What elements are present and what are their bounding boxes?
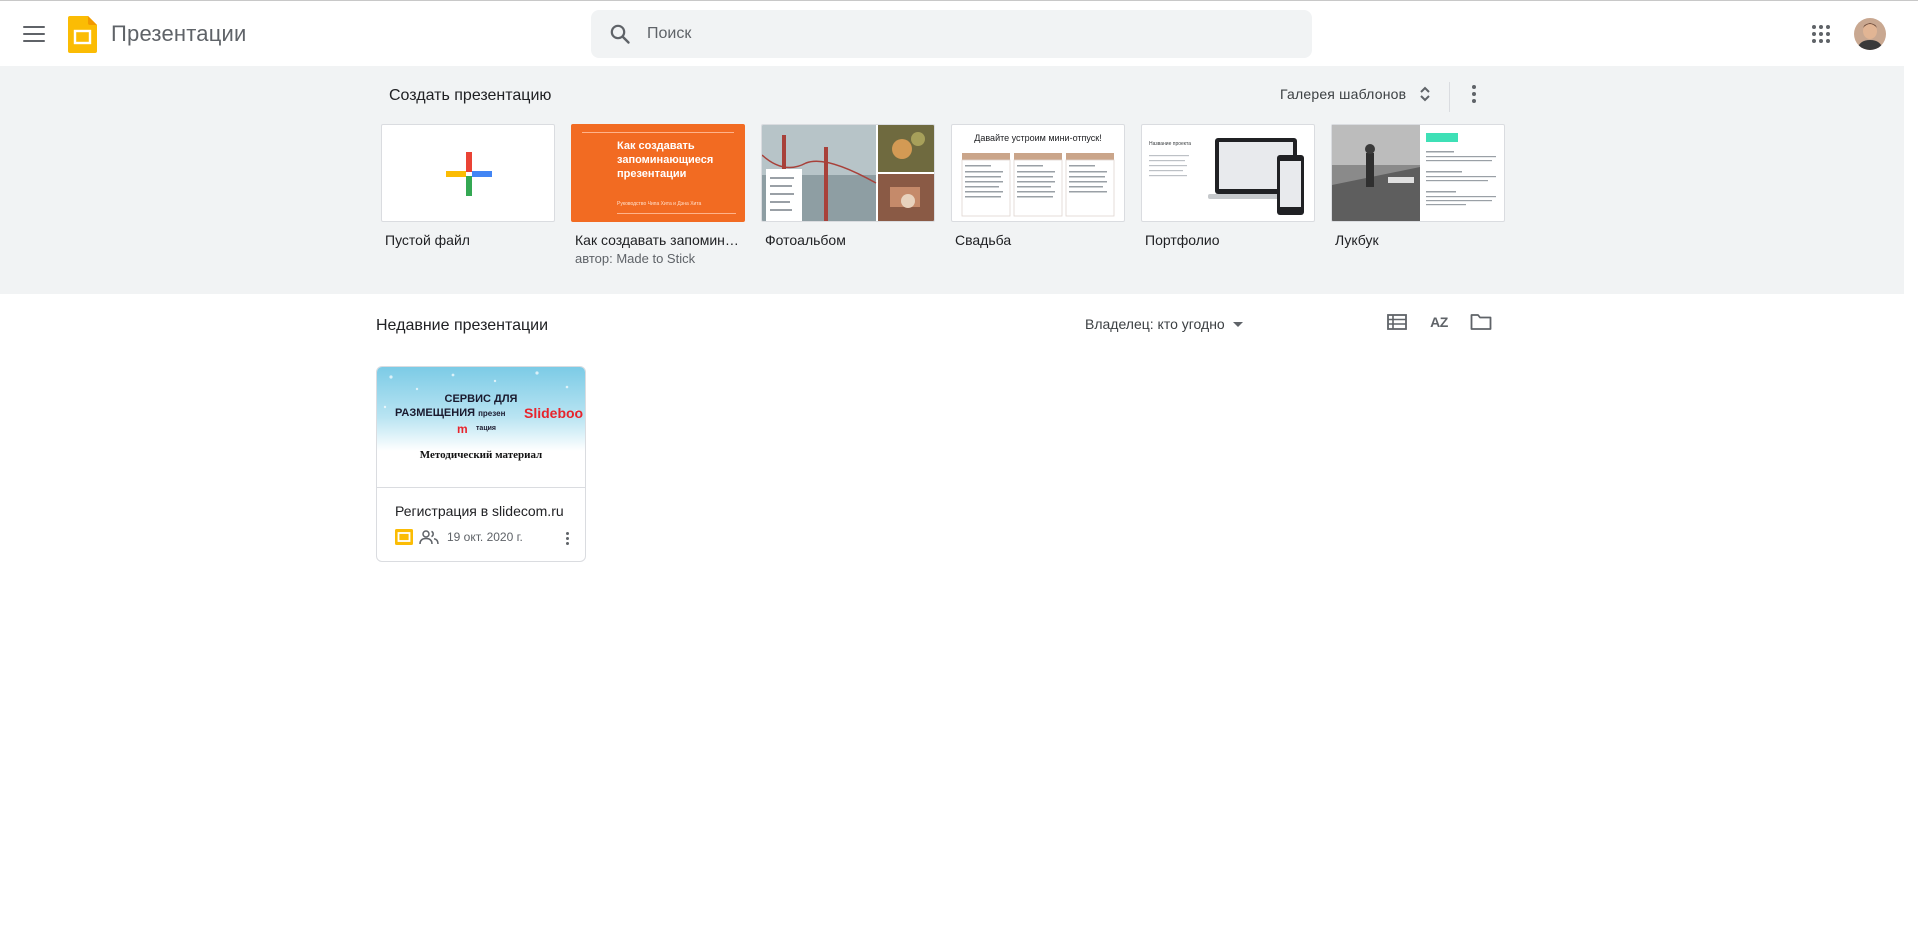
template-name: Портфолио bbox=[1145, 232, 1220, 248]
template-thumbnail[interactable] bbox=[761, 124, 935, 222]
template-photo-album[interactable]: Фотоальбом bbox=[761, 124, 935, 248]
slides-logo-icon[interactable] bbox=[68, 16, 97, 53]
presentation-date: 19 окт. 2020 г. bbox=[447, 530, 523, 544]
dropdown-arrow-icon bbox=[1232, 321, 1243, 327]
main-menu-icon[interactable] bbox=[20, 21, 48, 47]
thumbnail-subtitle: Руководство Чипа Хита и Дэна Хита bbox=[617, 201, 702, 207]
template-gallery-panel: Создать презентацию Галерея шаблонов Пус… bbox=[0, 66, 1904, 294]
thumbnail-brand: Slideboo bbox=[524, 405, 584, 421]
app-title: Презентации bbox=[111, 21, 247, 46]
template-gallery-button[interactable]: Галерея шаблонов bbox=[1272, 76, 1440, 112]
user-photo-icon bbox=[1854, 18, 1886, 50]
thumbnail-brand-2: m bbox=[457, 422, 468, 436]
folder-picker-icon[interactable] bbox=[1467, 308, 1495, 336]
lookbook-preview-icon bbox=[1332, 125, 1496, 221]
google-apps-icon[interactable] bbox=[1810, 23, 1832, 45]
divider bbox=[1449, 82, 1450, 112]
template-portfolio[interactable]: Название проекта Портфолио bbox=[1141, 124, 1315, 248]
template-made-to-stick[interactable]: Как создавать запоминающиеся презентации… bbox=[571, 124, 745, 266]
presentation-thumbnail[interactable]: СЕРВИС ДЛЯ РАЗМЕЩЕНИЯ презен Slideboo m … bbox=[377, 367, 585, 488]
template-more-options-icon[interactable] bbox=[1462, 78, 1486, 110]
template-thumbnail[interactable] bbox=[1331, 124, 1505, 222]
presentation-card[interactable]: СЕРВИС ДЛЯ РАЗМЕЩЕНИЯ презен Slideboo m … bbox=[376, 366, 586, 562]
template-name: Пустой файл bbox=[385, 232, 470, 248]
plus-icon bbox=[446, 152, 492, 196]
template-blank[interactable]: Пустой файл bbox=[381, 124, 555, 248]
template-thumbnail[interactable]: Давайте устроим мини-отпуск! bbox=[951, 124, 1125, 222]
top-bar: Презентации bbox=[0, 0, 1918, 66]
template-author: автор: Made to Stick bbox=[575, 251, 696, 266]
template-thumbnail[interactable] bbox=[381, 124, 555, 222]
search-input[interactable] bbox=[647, 10, 1287, 58]
devices-preview-icon bbox=[1149, 138, 1304, 215]
shared-people-icon bbox=[419, 530, 439, 545]
thumbnail-line-3: тация bbox=[476, 425, 497, 432]
search-icon[interactable] bbox=[608, 22, 632, 46]
list-icon bbox=[1387, 314, 1407, 330]
template-thumbnail[interactable]: Название проекта bbox=[1141, 124, 1315, 222]
presentation-name[interactable]: Регистрация в slidecom.ru bbox=[395, 503, 575, 519]
thumbnail-line-2-small: презен bbox=[478, 409, 506, 418]
list-view-icon[interactable] bbox=[1383, 308, 1411, 336]
template-thumbnail[interactable]: Как создавать запоминающиеся презентации… bbox=[571, 124, 745, 222]
sort-az-label: AZ bbox=[1430, 314, 1448, 330]
thumbnail-title: Как создавать запоминающиеся презентации bbox=[617, 140, 714, 180]
thumbnail-line-4: Методический материал bbox=[419, 449, 543, 461]
sort-options-icon[interactable]: AZ bbox=[1425, 308, 1453, 336]
owner-filter-dropdown[interactable]: Владелец: кто угодно bbox=[1085, 312, 1243, 336]
presentation-more-options-icon[interactable] bbox=[559, 528, 575, 548]
photo-album-preview-icon bbox=[762, 125, 934, 221]
template-name: Лукбук bbox=[1335, 232, 1379, 248]
unfold-icon bbox=[1420, 86, 1430, 102]
template-name: Как создавать запоминающиеся презентации bbox=[575, 232, 745, 248]
slides-file-icon bbox=[395, 529, 413, 545]
avatar[interactable] bbox=[1854, 18, 1886, 50]
templates-title: Создать презентацию bbox=[389, 87, 552, 104]
folder-icon bbox=[1470, 314, 1492, 330]
template-name: Фотоальбом bbox=[765, 232, 846, 248]
thumbnail-line-2-main: РАЗМЕЩЕНИЯ bbox=[395, 407, 476, 419]
template-name: Свадьба bbox=[955, 232, 1012, 248]
presentation-meta: 19 окт. 2020 г. bbox=[395, 527, 523, 547]
template-lookbook[interactable]: Лукбук bbox=[1331, 124, 1505, 248]
template-gallery-label: Галерея шаблонов bbox=[1280, 86, 1407, 102]
thumbnail-line-2: РАЗМЕЩЕНИЯ презен bbox=[395, 407, 505, 419]
thumbnail-line-1: СЕРВИС ДЛЯ bbox=[444, 393, 518, 405]
search-bar[interactable] bbox=[591, 10, 1312, 58]
schedule-table-icon bbox=[961, 153, 1115, 217]
owner-filter-label: Владелец: кто угодно bbox=[1085, 316, 1225, 332]
template-wedding[interactable]: Давайте устроим мини-отпуск! Свадьба bbox=[951, 124, 1125, 248]
recent-presentations-title: Недавние презентации bbox=[376, 317, 549, 334]
